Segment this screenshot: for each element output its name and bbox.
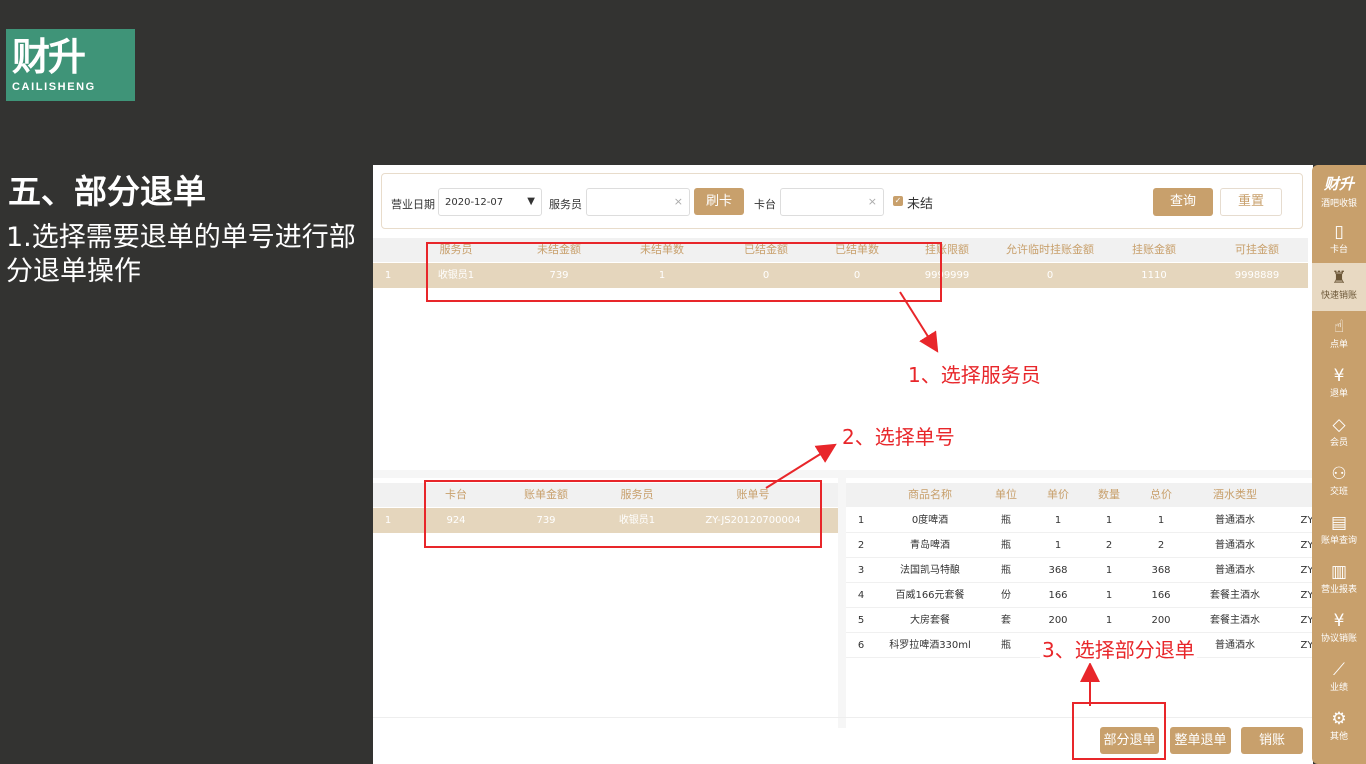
- arrow-step2: [765, 443, 837, 489]
- annotation-step3: 3、选择部分退单: [1040, 634, 1197, 663]
- annotation-step2: 2、选择单号: [842, 425, 955, 449]
- arrow-step1: [899, 291, 939, 353]
- annotation-step1: 1、选择服务员: [908, 363, 1041, 387]
